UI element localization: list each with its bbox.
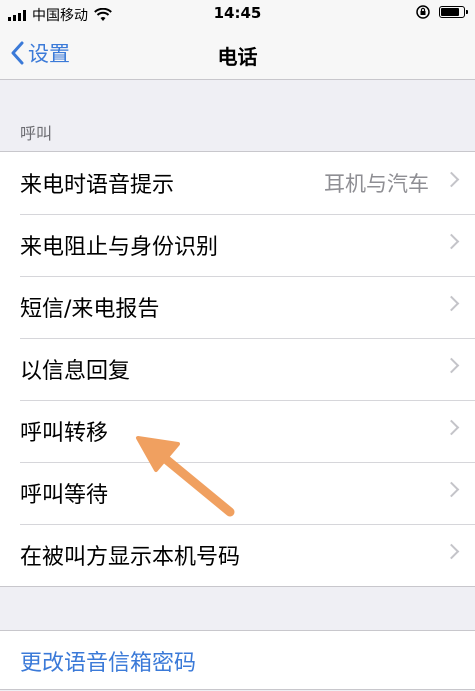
row-label: 短信/来电报告 — [20, 297, 160, 322]
settings-row-call-forwarding[interactable]: 呼叫转移 — [0, 400, 475, 462]
settings-row-call-waiting[interactable]: 呼叫等待 — [0, 462, 475, 524]
settings-row-announce-calls[interactable]: 来电时语音提示 耳机与汽车 — [0, 152, 475, 214]
settings-row-show-caller-id[interactable]: 在被叫方显示本机号码 — [0, 524, 475, 586]
chevron-right-icon — [443, 171, 460, 188]
row-label: 呼叫转移 — [20, 421, 109, 446]
row-label: 呼叫等待 — [20, 483, 109, 508]
navigation-bar: 设置 电话 — [0, 28, 475, 80]
status-bar: 中国移动 14:45 — [0, 0, 475, 28]
chevron-right-icon — [443, 357, 460, 374]
settings-row-sms-call-reporting[interactable]: 短信/来电报告 — [0, 276, 475, 338]
battery-level — [441, 8, 459, 16]
calls-settings-group: 来电时语音提示 耳机与汽车 来电阻止与身份识别 短信/来电报告 以信息回复 呼叫… — [0, 151, 475, 587]
chevron-right-icon — [443, 295, 460, 312]
battery-icon — [439, 6, 468, 18]
change-voicemail-password-link[interactable]: 更改语音信箱密码 — [0, 631, 475, 691]
page-title: 电话 — [217, 45, 258, 69]
row-label: 来电时语音提示 — [20, 173, 175, 198]
row-label: 在被叫方显示本机号码 — [20, 545, 241, 570]
status-time: 14:45 — [213, 4, 262, 22]
chevron-right-icon — [443, 481, 460, 498]
row-label: 以信息回复 — [20, 359, 131, 384]
orientation-lock-icon — [416, 5, 430, 19]
row-label: 来电阻止与身份识别 — [20, 235, 219, 260]
settings-row-respond-with-text[interactable]: 以信息回复 — [0, 338, 475, 400]
chevron-right-icon — [443, 233, 460, 250]
link-label: 更改语音信箱密码 — [20, 651, 197, 676]
status-right — [415, 4, 468, 20]
settings-row-call-blocking[interactable]: 来电阻止与身份识别 — [0, 214, 475, 276]
chevron-right-icon — [443, 419, 460, 436]
section-header-calls: 呼叫 — [20, 124, 53, 143]
row-value: 耳机与汽车 — [324, 172, 429, 196]
voicemail-group: 更改语音信箱密码 — [0, 630, 475, 690]
chevron-right-icon — [443, 543, 460, 560]
